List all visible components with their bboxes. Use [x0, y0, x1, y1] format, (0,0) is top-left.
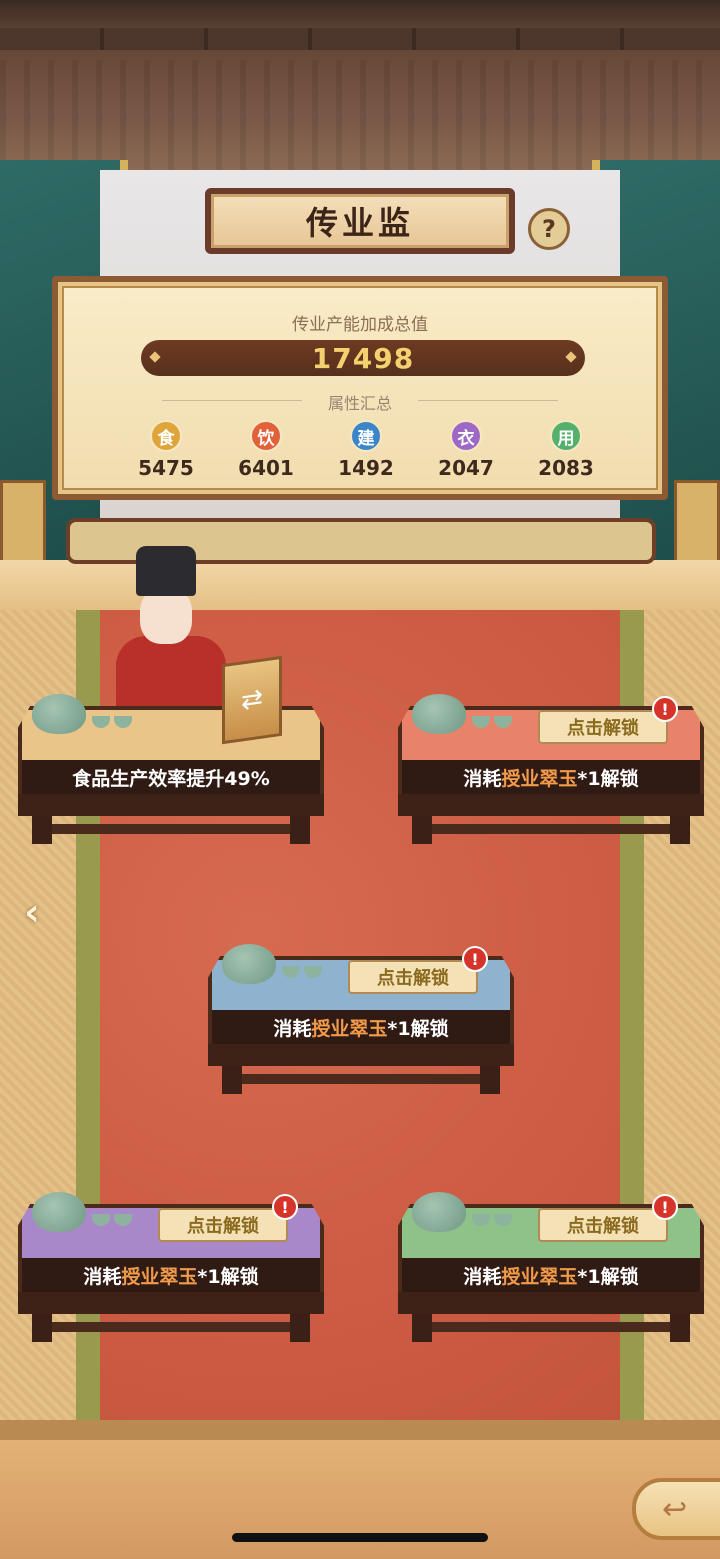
- desk-apron: [18, 794, 324, 816]
- drink-icon: 饮: [250, 420, 282, 452]
- food-icon: 食: [150, 420, 182, 452]
- character-face: [140, 588, 192, 644]
- unlock-button[interactable]: 点击解锁: [158, 1208, 288, 1242]
- cost-prefix: 消耗: [463, 767, 502, 790]
- desk-leg: [480, 1066, 500, 1094]
- attr-build-value: 1492: [338, 456, 394, 480]
- cost-suffix: *1解锁: [387, 1017, 449, 1040]
- unlock-button[interactable]: 点击解锁: [348, 960, 478, 994]
- total-value: 17498: [311, 341, 415, 375]
- attr-drink-value: 6401: [238, 456, 294, 480]
- return-arrow-icon: ↩: [662, 1491, 688, 1527]
- desk-4[interactable]: 点击解锁 ! 消耗 授业翠玉 *1解锁: [18, 1192, 324, 1344]
- alert-badge: !: [652, 696, 678, 722]
- attr-use-value: 2083: [538, 456, 594, 480]
- alert-badge: !: [462, 946, 488, 972]
- page-title: 传业监: [305, 204, 414, 242]
- desk-rail: [32, 824, 310, 834]
- desk-label: 消耗 授业翠玉 *1解锁: [18, 1258, 324, 1292]
- desk-label: 消耗 授业翠玉 *1解锁: [398, 760, 704, 794]
- bottom-band: [0, 1420, 720, 1440]
- total-label: 传业产能加成总值: [292, 315, 428, 335]
- divider-right: [418, 400, 558, 401]
- attr-clothing: 衣 2047: [426, 420, 506, 480]
- title-plaque: 传业监: [205, 188, 515, 254]
- question-icon: ?: [542, 214, 556, 243]
- desk-label: 消耗 授业翠玉 *1解锁: [208, 1010, 514, 1044]
- desk-leg: [290, 1314, 310, 1342]
- chevron-left-icon[interactable]: ‹: [14, 888, 50, 936]
- attr-use: 用 2083: [526, 420, 606, 480]
- attr-clothing-value: 2047: [438, 456, 494, 480]
- desk-leg: [290, 816, 310, 844]
- cost-item: 授业翠玉: [121, 1265, 198, 1288]
- pillar-left: [0, 480, 46, 566]
- build-icon: 建: [350, 420, 382, 452]
- home-indicator: [232, 1533, 488, 1542]
- desk-apron: [208, 1044, 514, 1066]
- attr-food: 食 5475: [126, 420, 206, 480]
- desk-leg: [670, 816, 690, 844]
- teapot-icon: [412, 1192, 466, 1232]
- pillar-right: [674, 480, 720, 566]
- teapot-icon: [32, 694, 86, 734]
- desk-leg: [412, 1314, 432, 1342]
- cost-suffix: *1解锁: [197, 1265, 259, 1288]
- desk-effect-text: 食品生产效率提升49%: [72, 767, 270, 790]
- cost-prefix: 消耗: [463, 1265, 502, 1288]
- desk-rail: [222, 1074, 500, 1084]
- cost-item: 授业翠玉: [501, 767, 578, 790]
- swap-arrows-icon[interactable]: ⇄: [222, 655, 282, 745]
- desk-rail: [412, 824, 690, 834]
- use-icon: 用: [550, 420, 582, 452]
- desk-2[interactable]: 点击解锁 ! 消耗 授业翠玉 *1解锁: [398, 694, 704, 846]
- unlock-button[interactable]: 点击解锁: [538, 1208, 668, 1242]
- return-button[interactable]: ↩: [632, 1478, 720, 1540]
- desk-leg: [412, 816, 432, 844]
- alert-badge: !: [272, 1194, 298, 1220]
- roof-slats: [0, 60, 720, 170]
- desk-leg: [32, 816, 52, 844]
- stats-board: 传业产能加成总值 17498 属性汇总 食 5475 饮 6401 建 1492…: [52, 276, 668, 500]
- cost-item: 授业翠玉: [311, 1017, 388, 1040]
- character-hat: [136, 546, 196, 596]
- teapot-icon: [222, 944, 276, 984]
- roof-beam: [0, 28, 720, 50]
- cost-item: 授业翠玉: [501, 1265, 578, 1288]
- desk-rail: [412, 1322, 690, 1332]
- desk-apron: [398, 794, 704, 816]
- desk-leg: [32, 1314, 52, 1342]
- desk-leg: [670, 1314, 690, 1342]
- unlock-button[interactable]: 点击解锁: [538, 710, 668, 744]
- desk-leg: [222, 1066, 242, 1094]
- clothing-icon: 衣: [450, 420, 482, 452]
- cost-prefix: 消耗: [273, 1017, 312, 1040]
- cost-suffix: *1解锁: [577, 767, 639, 790]
- desk-3[interactable]: 点击解锁 ! 消耗 授业翠玉 *1解锁: [208, 944, 514, 1096]
- desk-apron: [18, 1292, 324, 1314]
- cost-suffix: *1解锁: [577, 1265, 639, 1288]
- alert-badge: !: [652, 1194, 678, 1220]
- cost-prefix: 消耗: [83, 1265, 122, 1288]
- total-bar: 17498: [141, 340, 585, 376]
- teapot-icon: [32, 1192, 86, 1232]
- desk-label: 消耗 授业翠玉 *1解锁: [398, 1258, 704, 1292]
- desk-label: 食品生产效率提升49%: [18, 760, 324, 794]
- teapot-icon: [412, 694, 466, 734]
- desk-5[interactable]: 点击解锁 ! 消耗 授业翠玉 *1解锁: [398, 1192, 704, 1344]
- attr-title: 属性汇总: [327, 394, 392, 413]
- attr-food-value: 5475: [138, 456, 194, 480]
- attr-drink: 饮 6401: [226, 420, 306, 480]
- desk-apron: [398, 1292, 704, 1314]
- attr-build: 建 1492: [326, 420, 406, 480]
- desk-rail: [32, 1322, 310, 1332]
- character-body: [116, 636, 226, 706]
